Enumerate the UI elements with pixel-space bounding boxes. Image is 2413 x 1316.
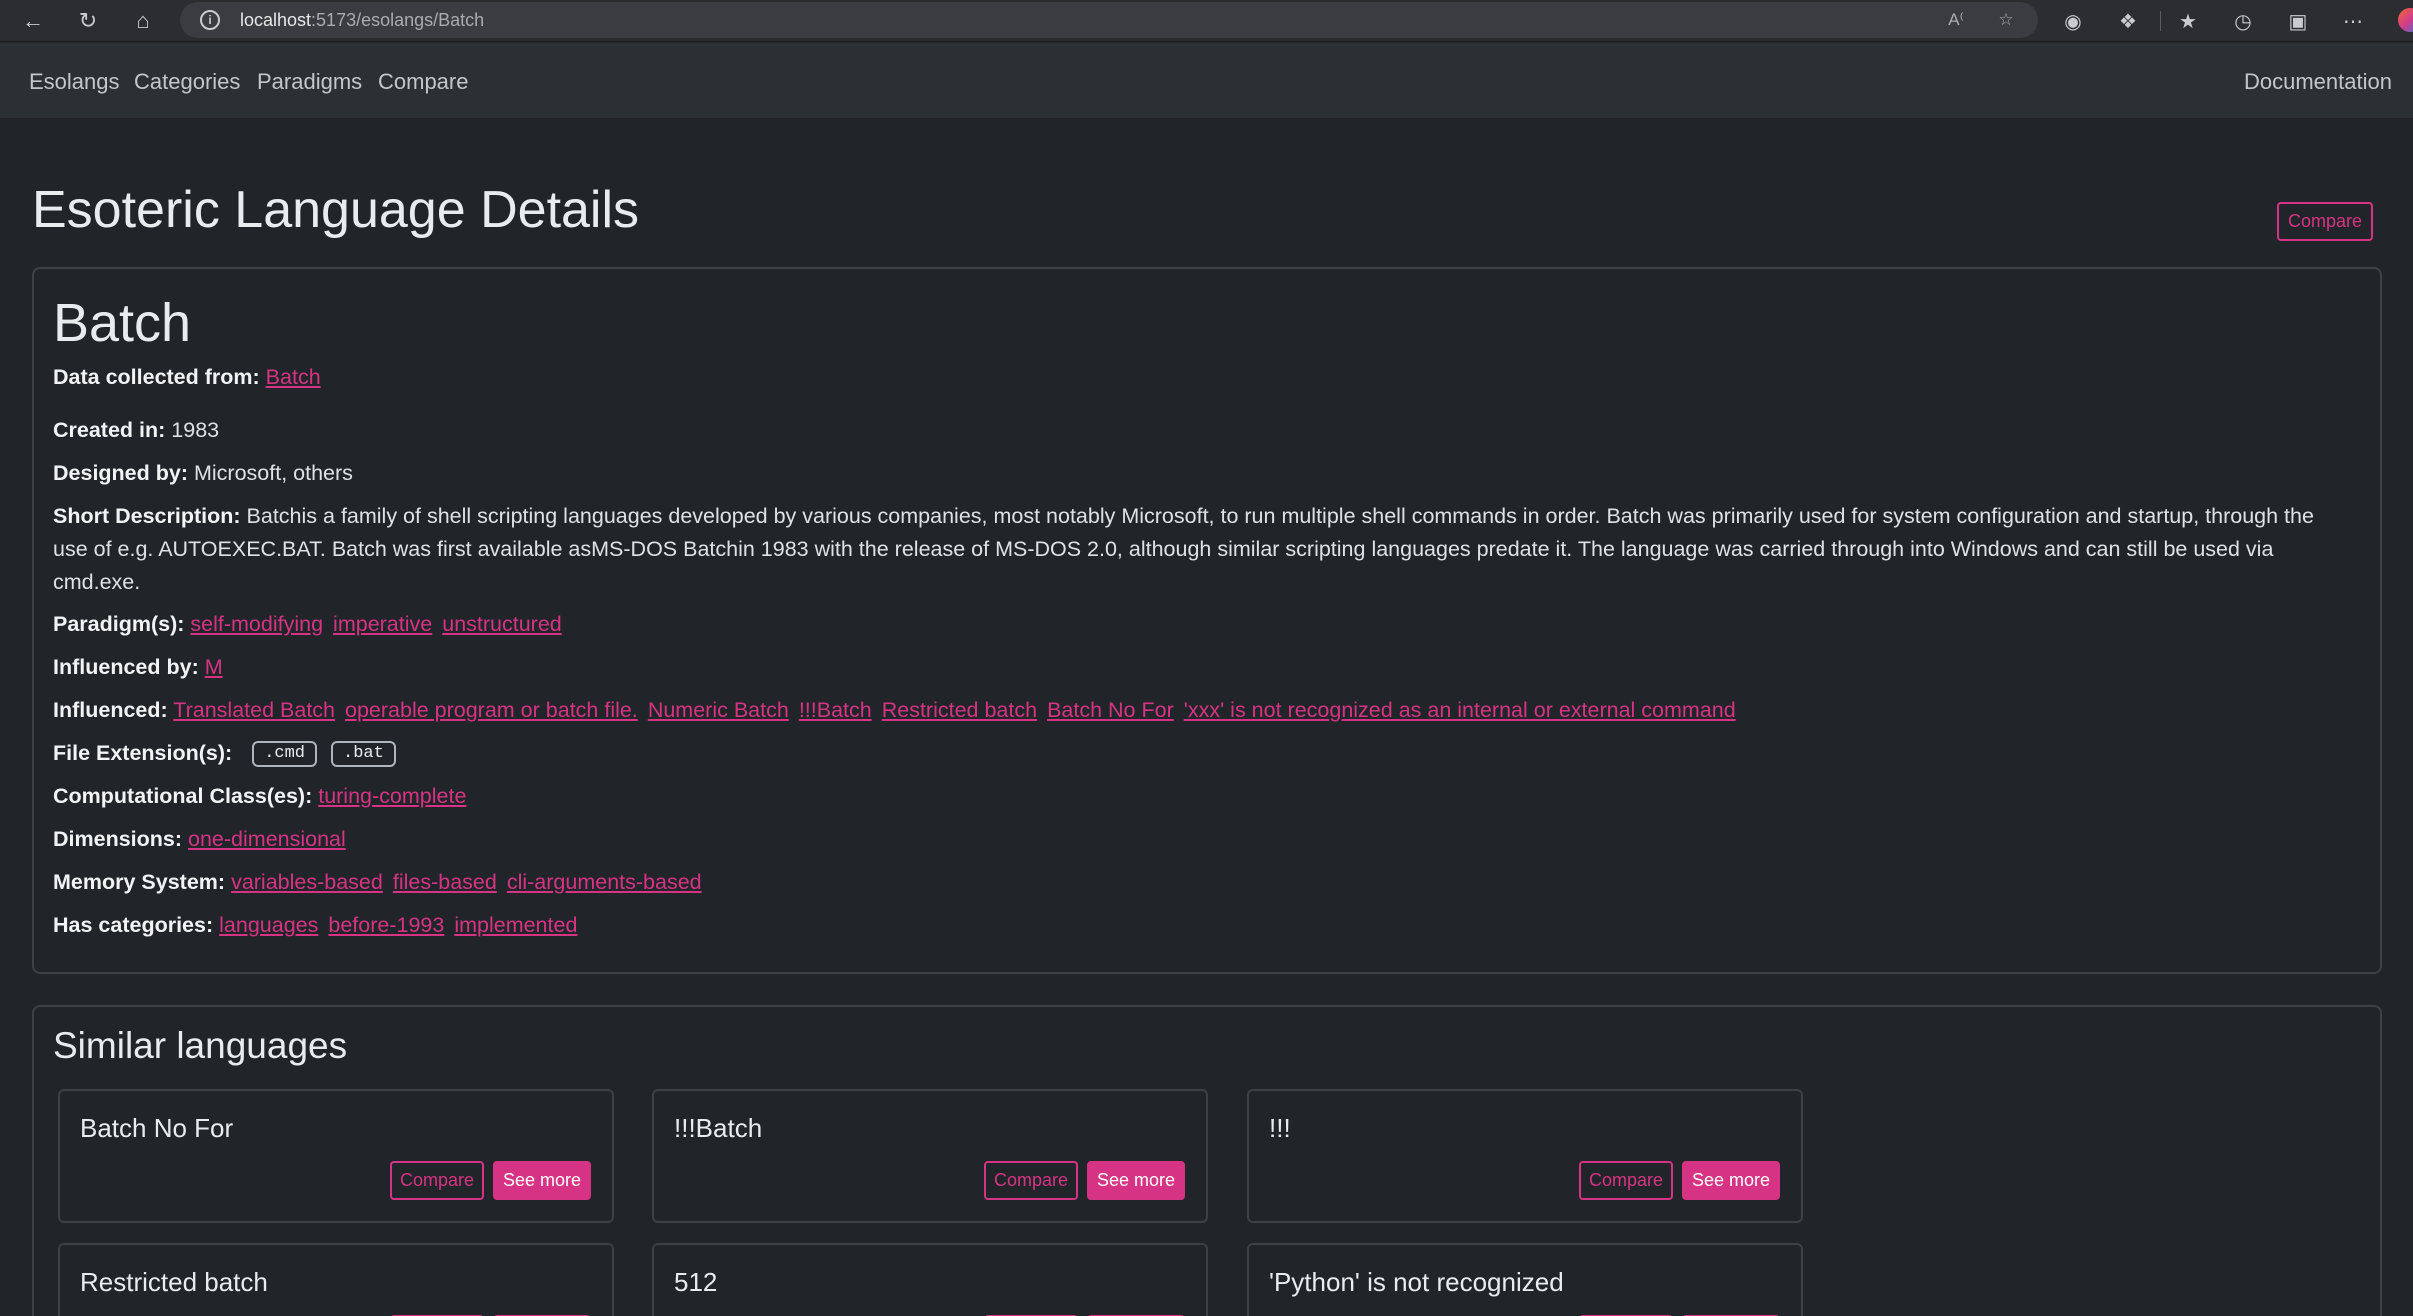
influenced-link[interactable]: 'xxx' is not recognized as an internal o… (1184, 698, 1736, 722)
address-bar[interactable]: i localhost:5173/esolangs/Batch A⁽ ☆ (180, 2, 2038, 38)
nav-paradigms[interactable]: Paradigms (257, 69, 362, 95)
influenced-row: Influenced: Translated Batch operable pro… (53, 698, 1746, 723)
history-icon[interactable]: ◷ (2228, 6, 2258, 36)
extensions-row: File Extension(s): .cmd .bat (53, 741, 396, 768)
site-navbar: Esolangs Categories Paradigms Compare Do… (0, 43, 2413, 118)
extension-tag: .cmd (252, 741, 317, 768)
influenced-link[interactable]: operable program or batch file. (345, 698, 638, 722)
paradigm-link[interactable]: self-modifying (190, 612, 323, 636)
influenced-link[interactable]: Translated Batch (173, 698, 335, 722)
paradigm-link[interactable]: imperative (333, 612, 432, 636)
home-icon[interactable]: ⌂ (128, 6, 158, 36)
extensions-label: File Extension(s): (53, 741, 233, 765)
influenced-by-link[interactable]: M (205, 655, 223, 679)
similar-language-name: 'Python' is not recognized (1269, 1267, 1564, 1297)
designed-value: Microsoft, others (193, 461, 353, 485)
designed-label: Designed by: (53, 461, 188, 485)
similar-language-name: !!! (1269, 1113, 1291, 1143)
influenced-by-label: Influenced by: (53, 655, 199, 679)
influenced-label: Influenced: (53, 698, 168, 722)
dimensions-label: Dimensions: (53, 827, 183, 851)
similar-compare-button[interactable]: Compare (1579, 1161, 1673, 1200)
see-more-button[interactable]: See more (493, 1161, 591, 1200)
paradigm-link[interactable]: unstructured (442, 612, 562, 636)
paradigms-label: Paradigm(s): (53, 612, 185, 636)
created-row: Created in: 1983 (53, 418, 219, 443)
similar-compare-button[interactable]: Compare (984, 1161, 1078, 1200)
back-icon[interactable]: ← (18, 6, 48, 36)
category-link[interactable]: before-1993 (328, 913, 444, 937)
description-label: Short Description: (53, 504, 241, 528)
similar-compare-button[interactable]: Compare (390, 1161, 484, 1200)
computational-label: Computational Class(es): (53, 784, 313, 808)
compare-button[interactable]: Compare (2277, 202, 2373, 241)
created-value: 1983 (171, 418, 220, 442)
memory-link[interactable]: files-based (393, 870, 497, 894)
url-text[interactable]: localhost:5173/esolangs/Batch (240, 10, 484, 31)
favorites-icon[interactable]: ★ (2173, 6, 2203, 36)
see-more-button[interactable]: See more (1682, 1161, 1780, 1200)
short-description: Short Description: Batchis a family of s… (53, 500, 2343, 599)
memory-link[interactable]: cli-arguments-based (507, 870, 702, 894)
similar-languages-title: Similar languages (53, 1025, 348, 1066)
similar-language-name: 512 (674, 1267, 718, 1297)
similar-language-name: !!!Batch (674, 1113, 763, 1143)
language-name: Batch (53, 293, 192, 353)
influenced-link[interactable]: !!!Batch (799, 698, 872, 722)
similar-language-card: Restricted batch Compare See more (58, 1243, 614, 1316)
similar-language-name: Restricted batch (80, 1267, 268, 1297)
data-source-row: Data collected from: Batch (53, 365, 331, 390)
nav-categories[interactable]: Categories (134, 69, 240, 95)
categories-label: Has categories: (53, 913, 214, 937)
categories-row: Has categories: languages before-1993 impl… (53, 913, 587, 938)
copilot-icon[interactable] (2398, 8, 2413, 32)
nav-documentation[interactable]: Documentation (2244, 69, 2392, 95)
created-label: Created in: (53, 418, 166, 442)
influenced-link[interactable]: Restricted batch (882, 698, 1037, 722)
influenced-link[interactable]: Batch No For (1047, 698, 1174, 722)
similar-language-card: !!! Compare See more (1247, 1089, 1803, 1223)
similar-language-card: 512 Compare See more (652, 1243, 1208, 1316)
profile-extension-icon[interactable]: ◉ (2058, 6, 2088, 36)
category-link[interactable]: implemented (454, 913, 577, 937)
dimensions-link[interactable]: one-dimensional (188, 827, 346, 851)
dimensions-row: Dimensions: one-dimensional (53, 827, 356, 852)
similar-language-card: 'Python' is not recognized Compare See m… (1247, 1243, 1803, 1316)
data-source-link[interactable]: Batch (266, 365, 321, 389)
nav-compare[interactable]: Compare (378, 69, 468, 95)
designed-row: Designed by: Microsoft, others (53, 461, 353, 486)
see-more-button[interactable]: See more (1087, 1161, 1185, 1200)
influenced-link[interactable]: Numeric Batch (648, 698, 789, 722)
similar-language-card: !!!Batch Compare See more (652, 1089, 1208, 1223)
extensions-icon[interactable]: ❖ (2113, 6, 2143, 36)
extension-tag: .bat (331, 741, 396, 768)
memory-link[interactable]: variables-based (231, 870, 383, 894)
nav-esolangs[interactable]: Esolangs (29, 69, 120, 95)
refresh-icon[interactable]: ↻ (73, 6, 103, 36)
data-source-label: Data collected from: (53, 365, 260, 389)
site-info-icon[interactable]: i (200, 10, 220, 30)
similar-language-name: Batch No For (80, 1113, 234, 1143)
memory-label: Memory System: (53, 870, 226, 894)
browser-toolbar: ← ↻ ⌂ i localhost:5173/esolangs/Batch A⁽… (0, 0, 2413, 42)
page-title: Esoteric Language Details (32, 181, 640, 239)
favorite-star-icon[interactable]: ☆ (1994, 8, 2018, 32)
category-link[interactable]: languages (219, 913, 318, 937)
paradigms-row: Paradigm(s): self-modifying imperative uns… (53, 612, 572, 637)
computational-link[interactable]: turing-complete (318, 784, 466, 808)
more-menu-icon[interactable]: ⋯ (2338, 6, 2368, 36)
memory-row: Memory System: variables-based files-base… (53, 870, 712, 895)
similar-language-card: Batch No For Compare See more (58, 1089, 614, 1223)
screenshot-icon[interactable]: ▣ (2283, 6, 2313, 36)
computational-row: Computational Class(es): turing-complete (53, 784, 476, 809)
influenced-by-row: Influenced by: M (53, 655, 233, 680)
description-text: Batchis a family of shell scripting lang… (53, 504, 2314, 594)
read-aloud-icon[interactable]: A⁽ (1944, 8, 1968, 32)
toolbar-divider (2160, 11, 2161, 31)
